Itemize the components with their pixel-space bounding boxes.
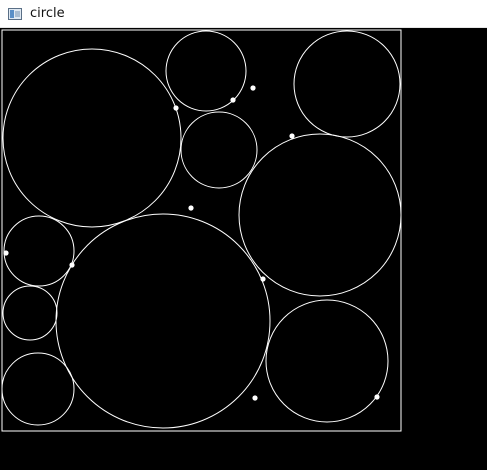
sample-point	[252, 395, 258, 401]
sample-point	[250, 85, 256, 91]
app-window: circle	[0, 0, 487, 470]
window-title: circle	[30, 6, 65, 21]
sample-point	[173, 105, 179, 111]
sample-point	[188, 205, 194, 211]
sample-point	[260, 276, 266, 282]
drawing-canvas	[0, 28, 487, 470]
circle-packing-drawing	[0, 28, 487, 470]
canvas-background	[0, 28, 487, 470]
sample-point	[289, 133, 295, 139]
sample-point	[69, 262, 75, 268]
sample-point	[374, 394, 380, 400]
sample-point	[230, 97, 236, 103]
title-bar[interactable]: circle	[0, 0, 487, 28]
sample-point	[3, 250, 9, 256]
app-window-icon	[8, 7, 22, 20]
